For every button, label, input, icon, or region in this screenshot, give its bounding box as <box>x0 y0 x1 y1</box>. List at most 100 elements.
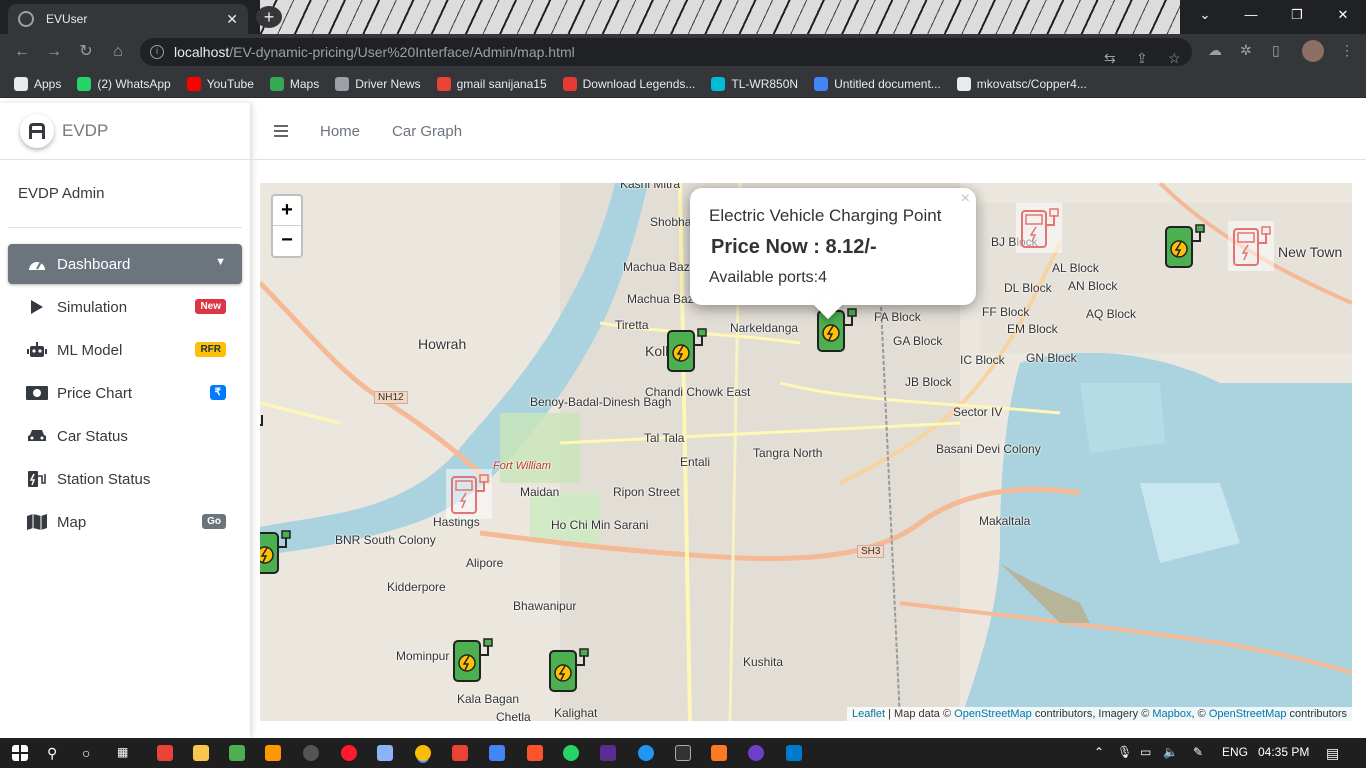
bookmark-favicon-icon <box>436 76 451 91</box>
opera-icon[interactable] <box>341 745 357 761</box>
minimize-icon[interactable]: — <box>1228 0 1274 30</box>
sidebar-item-station-status[interactable]: Station Status <box>8 459 242 499</box>
charging-station-marker[interactable] <box>260 527 294 577</box>
close-window-icon[interactable]: ✕ <box>1320 0 1366 30</box>
brave-icon[interactable] <box>527 745 543 761</box>
sidebar-item-simulation[interactable]: Simulation New <box>8 287 242 327</box>
vlc-icon[interactable] <box>265 745 281 761</box>
menu-icon[interactable]: ⋮ <box>1340 42 1354 59</box>
sidebar-item-car-status[interactable]: Car Status <box>8 416 242 456</box>
site-info-icon[interactable]: i <box>150 45 164 59</box>
sidebar-item-dashboard[interactable]: Dashboard ▼ <box>8 244 242 284</box>
nav-link-home[interactable]: Home <box>320 123 360 140</box>
reload-icon[interactable]: ↻ <box>76 42 96 62</box>
badge-rfr: RFR <box>195 342 226 357</box>
media-player-icon[interactable] <box>638 745 654 761</box>
bookmark-item[interactable]: (2) WhatsApp <box>77 76 171 91</box>
cloud-icon[interactable]: ☁ <box>1208 42 1222 59</box>
bookmark-item[interactable]: Apps <box>14 76 61 91</box>
search-icon[interactable]: ⚲ <box>47 745 57 762</box>
windows-start-icon[interactable] <box>12 745 28 761</box>
forward-icon[interactable]: → <box>44 42 64 62</box>
new-tab-button[interactable]: + <box>256 6 282 28</box>
popup-close-button[interactable]: × <box>961 190 970 208</box>
bookmark-favicon-icon <box>814 76 829 91</box>
bookmark-item[interactable]: gmail sanijana15 <box>436 76 547 91</box>
notepad-icon[interactable] <box>377 745 393 761</box>
bookmark-item[interactable]: Maps <box>269 76 319 91</box>
browser-tabbar: EVUser ✕ + ⌄ — ❐ ✕ <box>0 0 1366 34</box>
hamburger-menu-icon[interactable] <box>274 125 288 137</box>
notifications-icon[interactable]: ▤ <box>1326 745 1339 762</box>
address-bar[interactable]: i localhost/EV-dynamic-pricing/User%20In… <box>140 38 1192 66</box>
charging-station-marker[interactable] <box>1162 221 1208 271</box>
back-icon[interactable]: ← <box>12 42 32 62</box>
sidebar-item-ml-model[interactable]: ML Model RFR <box>8 330 242 370</box>
charging-station-busy-marker[interactable] <box>446 469 492 519</box>
popup-price: Price Now : 8.12/- <box>711 236 877 258</box>
osm-link[interactable]: OpenStreetMap <box>954 708 1032 720</box>
file-explorer-icon[interactable] <box>193 745 209 761</box>
volume-icon[interactable]: 🔈 <box>1163 745 1178 759</box>
chrome-icon[interactable] <box>415 745 431 761</box>
gmail-icon[interactable] <box>452 745 468 761</box>
bookmark-item[interactable]: mkovatsc/Copper4... <box>956 76 1087 91</box>
extensions-icon[interactable]: ✲ <box>1240 42 1252 59</box>
network-icon[interactable]: ▭ <box>1140 745 1151 759</box>
bookmark-item[interactable]: TL-WR850N <box>711 76 798 91</box>
chevron-up-icon[interactable]: ⌃ <box>1094 745 1104 759</box>
browser-tab[interactable]: EVUser ✕ <box>8 4 248 34</box>
cortana-icon[interactable]: ○ <box>82 745 90 761</box>
xampp-icon[interactable] <box>711 745 727 761</box>
charging-station-marker[interactable] <box>664 325 710 375</box>
bookmark-item[interactable]: YouTube <box>186 76 254 91</box>
side-panel-icon[interactable]: ▯ <box>1272 42 1280 59</box>
vscode-icon[interactable] <box>786 745 802 761</box>
zoom-out-button[interactable]: − <box>273 226 301 256</box>
place-label: Howrah <box>418 336 467 352</box>
nav-link-car-graph[interactable]: Car Graph <box>392 123 462 140</box>
app-icon[interactable] <box>600 745 616 761</box>
charging-station-marker[interactable] <box>260 405 270 455</box>
gmail-icon[interactable] <box>157 745 173 761</box>
share-icon[interactable]: ⇪ <box>1136 44 1148 72</box>
task-view-icon[interactable]: ▦ <box>117 745 128 759</box>
profile-avatar[interactable] <box>1302 40 1324 62</box>
bookmark-item[interactable]: Untitled document... <box>814 76 941 91</box>
place-label: IC Block <box>960 353 1005 367</box>
charging-station-marker[interactable] <box>546 645 592 695</box>
calculator-icon[interactable] <box>229 745 245 761</box>
tab-close-icon[interactable]: ✕ <box>226 11 238 28</box>
microphone-icon[interactable]: 🎙 <box>1117 745 1132 759</box>
home-icon[interactable]: ⌂ <box>108 42 128 62</box>
brand-link[interactable]: EVDP <box>0 103 250 160</box>
place-label: Basani Devi Colony <box>936 442 1041 456</box>
bookmark-item[interactable]: Download Legends... <box>562 76 695 91</box>
sidebar-item-price-chart[interactable]: Price Chart ₹ <box>8 373 242 413</box>
github-desktop-icon[interactable] <box>748 745 764 761</box>
zoom-in-button[interactable]: + <box>273 196 301 226</box>
charging-station-busy-marker[interactable] <box>1228 221 1274 271</box>
calendar-icon[interactable] <box>489 745 505 761</box>
charging-station-marker[interactable] <box>450 635 496 685</box>
tab-search-icon[interactable]: ⌄ <box>1182 0 1228 30</box>
restore-icon[interactable]: ❐ <box>1274 0 1320 30</box>
user-panel[interactable]: EVDP Admin <box>8 160 242 228</box>
pen-icon[interactable]: ✎ <box>1193 745 1203 759</box>
clock[interactable]: 04:35 PM <box>1258 745 1309 759</box>
map-container[interactable]: Kashi Mitra Shobhabazar Machua Bazar Nor… <box>260 183 1352 721</box>
language-indicator[interactable]: ENG <box>1222 745 1248 759</box>
whatsapp-icon[interactable] <box>563 745 579 761</box>
mapbox-link[interactable]: Mapbox <box>1152 708 1191 720</box>
sidebar-item-map[interactable]: Map Go <box>8 502 242 542</box>
bookmark-item[interactable]: Driver News <box>335 76 421 91</box>
leaflet-link[interactable]: Leaflet <box>852 708 885 720</box>
obs-icon[interactable] <box>303 745 319 761</box>
bookmark-star-icon[interactable]: ☆ <box>1168 44 1181 72</box>
terminal-icon[interactable] <box>675 745 691 761</box>
sidebar-item-label: ML Model <box>57 341 123 359</box>
translate-icon[interactable]: ⇆ <box>1104 44 1116 72</box>
bookmark-favicon-icon <box>14 76 28 91</box>
osm-link[interactable]: OpenStreetMap <box>1209 708 1287 720</box>
charging-station-busy-marker[interactable] <box>1016 203 1062 253</box>
